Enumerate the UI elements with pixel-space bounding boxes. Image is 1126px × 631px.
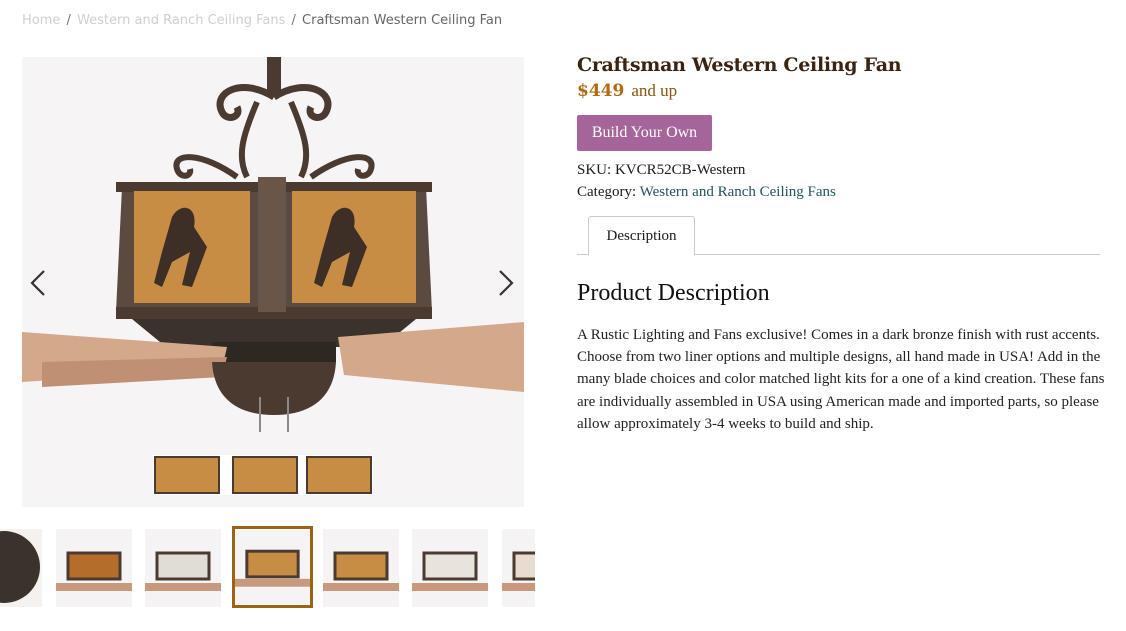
thumbnail-strip (0, 526, 535, 610)
product-title: Craftsman Western Ceiling Fan (577, 54, 902, 76)
category-label: Category: (577, 184, 637, 200)
sku-value: KVCR52CB-Western (614, 162, 746, 178)
sku-label: SKU: (577, 162, 612, 178)
price-row: $449 and up (577, 81, 677, 101)
breadcrumb-separator: / (66, 13, 71, 28)
category-line: Category: Western and Ranch Ceiling Fans (577, 184, 836, 201)
tab-description[interactable]: Description (588, 216, 695, 256)
thumbnail-1[interactable] (0, 529, 42, 607)
thumbnail-6[interactable] (412, 529, 488, 607)
description-body: A Rustic Lighting and Fans exclusive! Co… (577, 327, 1105, 432)
sku-line: SKU: KVCR52CB-Western (577, 162, 745, 179)
ceiling-fan-image (22, 57, 524, 495)
breadcrumb-category-link[interactable]: Western and Ranch Ceiling Fans (77, 13, 285, 28)
build-your-own-button[interactable]: Build Your Own (577, 115, 712, 151)
breadcrumb-home-link[interactable]: Home (22, 13, 60, 28)
category-link[interactable]: Western and Ranch Ceiling Fans (640, 184, 836, 200)
gallery-prev-chevron-left-icon[interactable] (24, 268, 54, 298)
breadcrumb-separator: / (291, 13, 296, 28)
thumbnail-5[interactable] (323, 529, 399, 607)
breadcrumb: Home / Western and Ranch Ceiling Fans / … (22, 13, 502, 28)
gallery-next-chevron-right-icon[interactable] (490, 268, 520, 298)
thumbnail-7[interactable] (502, 529, 535, 607)
thumbnail-2[interactable] (56, 529, 132, 607)
product-main-image[interactable] (22, 57, 524, 507)
thumbnail-4-active[interactable] (232, 526, 313, 608)
thumbnail-3[interactable] (145, 529, 221, 607)
product-price: $449 (577, 81, 625, 101)
price-suffix: and up (631, 81, 678, 100)
breadcrumb-current: Craftsman Western Ceiling Fan (302, 13, 503, 28)
description-heading: Product Description (577, 280, 770, 306)
